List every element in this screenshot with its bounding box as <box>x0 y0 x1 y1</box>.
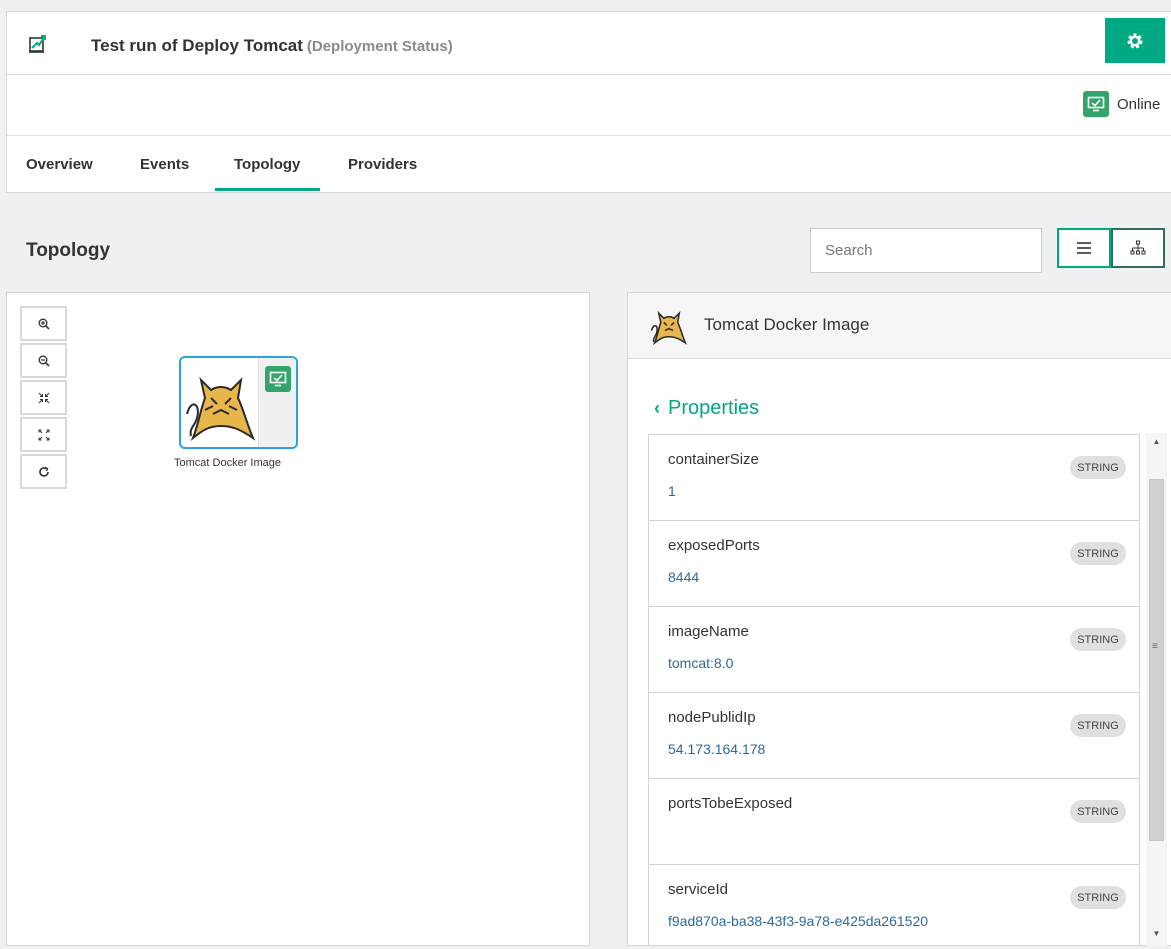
hierarchy-icon <box>1130 240 1146 255</box>
property-row: containerSize 1 STRING <box>649 435 1139 521</box>
property-value: 54.173.164.178 <box>668 741 766 757</box>
refresh-button[interactable] <box>20 454 67 489</box>
zoom-out-button[interactable] <box>20 343 67 378</box>
expand-button[interactable] <box>20 417 67 452</box>
property-type-badge: STRING <box>1070 800 1126 823</box>
zoom-in-button[interactable] <box>20 306 67 341</box>
property-value: f9ad870a-ba38-43f3-9a78-e425da261520 <box>668 913 929 929</box>
online-status-icon <box>1083 91 1109 117</box>
node-label: Tomcat Docker Image <box>174 457 281 469</box>
deployment-status-icon <box>29 35 46 53</box>
zoom-controls <box>20 306 67 491</box>
tab-providers[interactable]: Providers <box>348 156 417 173</box>
panel-header: Tomcat Docker Image <box>628 293 1171 359</box>
expand-icon <box>38 429 49 440</box>
tab-events[interactable]: Events <box>140 156 189 173</box>
property-name: imageName <box>668 623 749 640</box>
node-online-icon <box>265 366 291 392</box>
status-label: Online <box>1117 95 1161 113</box>
refresh-icon <box>38 466 49 477</box>
scroll-up-icon[interactable]: ▲ <box>1146 437 1167 451</box>
properties-back-link[interactable]: ‹ Properties <box>654 397 759 420</box>
scroll-down-icon[interactable]: ▼ <box>1146 929 1167 943</box>
property-name: serviceId <box>668 881 729 898</box>
scroll-grip-icon: ≡ <box>1152 641 1158 652</box>
details-panel: Tomcat Docker Image ‹ Properties containe… <box>627 292 1171 946</box>
property-row: nodePublidIp 54.173.164.178 STRING <box>649 693 1139 779</box>
collapse-icon <box>38 392 49 403</box>
property-type-badge: STRING <box>1070 714 1126 737</box>
property-value: 8444 <box>668 569 700 585</box>
topology-node[interactable] <box>179 356 298 449</box>
property-value: 1 <box>668 483 676 499</box>
zoom-in-icon <box>38 318 50 330</box>
properties-label: Properties <box>668 397 760 419</box>
search-input[interactable] <box>810 228 1042 273</box>
property-row: portsTobeExposed STRING <box>649 779 1139 865</box>
collapse-button[interactable] <box>20 380 67 415</box>
chevron-left-icon: ‹ <box>654 398 660 418</box>
property-name: containerSize <box>668 451 759 468</box>
topology-heading: Topology <box>26 240 111 261</box>
scrollbar-thumb[interactable] <box>1149 479 1164 841</box>
property-name: nodePublidIp <box>668 709 756 726</box>
property-type-badge: STRING <box>1070 456 1126 479</box>
page-subtitle: (Deployment Status) <box>306 38 453 55</box>
panel-title: Tomcat Docker Image <box>704 315 870 334</box>
property-type-badge: STRING <box>1070 542 1126 565</box>
page-title: Test run of Deploy Tomcat (Deployment Sta… <box>91 36 453 56</box>
property-row: imageName tomcat:8.0 STRING <box>649 607 1139 693</box>
settings-button[interactable] <box>1105 18 1165 63</box>
property-type-badge: STRING <box>1070 886 1126 909</box>
zoom-out-icon <box>38 355 50 367</box>
tab-bar: Overview Events Topology Providers <box>7 136 1171 193</box>
deployment-status: Online <box>1083 91 1160 117</box>
property-row: serviceId f9ad870a-ba38-43f3-9a78-e425da… <box>649 865 1139 945</box>
properties-list[interactable]: containerSize 1 STRING exposedPorts 8444… <box>648 434 1140 945</box>
tab-topology[interactable]: Topology <box>214 156 321 191</box>
title-row: Test run of Deploy Tomcat (Deployment Sta… <box>7 12 1171 75</box>
deployment-header-card: Test run of Deploy Tomcat (Deployment Sta… <box>6 11 1171 193</box>
tab-overview[interactable]: Overview <box>26 156 93 173</box>
list-icon <box>1077 242 1091 254</box>
property-type-badge: STRING <box>1070 628 1126 651</box>
properties-scrollbar[interactable]: ▲ ≡ ▼ <box>1146 433 1167 946</box>
tomcat-logo-icon <box>186 376 256 442</box>
property-row: exposedPorts 8444 STRING <box>649 521 1139 607</box>
gear-icon <box>1127 33 1143 48</box>
property-value: tomcat:8.0 <box>668 655 734 671</box>
topology-view-button[interactable] <box>1111 228 1165 268</box>
page-title-text: Test run of Deploy Tomcat <box>91 36 303 55</box>
property-name: exposedPorts <box>668 537 760 554</box>
topology-canvas[interactable]: Tomcat Docker Image <box>6 292 590 946</box>
tomcat-logo-icon <box>650 310 688 346</box>
list-view-button[interactable] <box>1057 228 1111 268</box>
property-name: portsTobeExposed <box>668 795 793 812</box>
status-row: Online <box>7 75 1171 136</box>
